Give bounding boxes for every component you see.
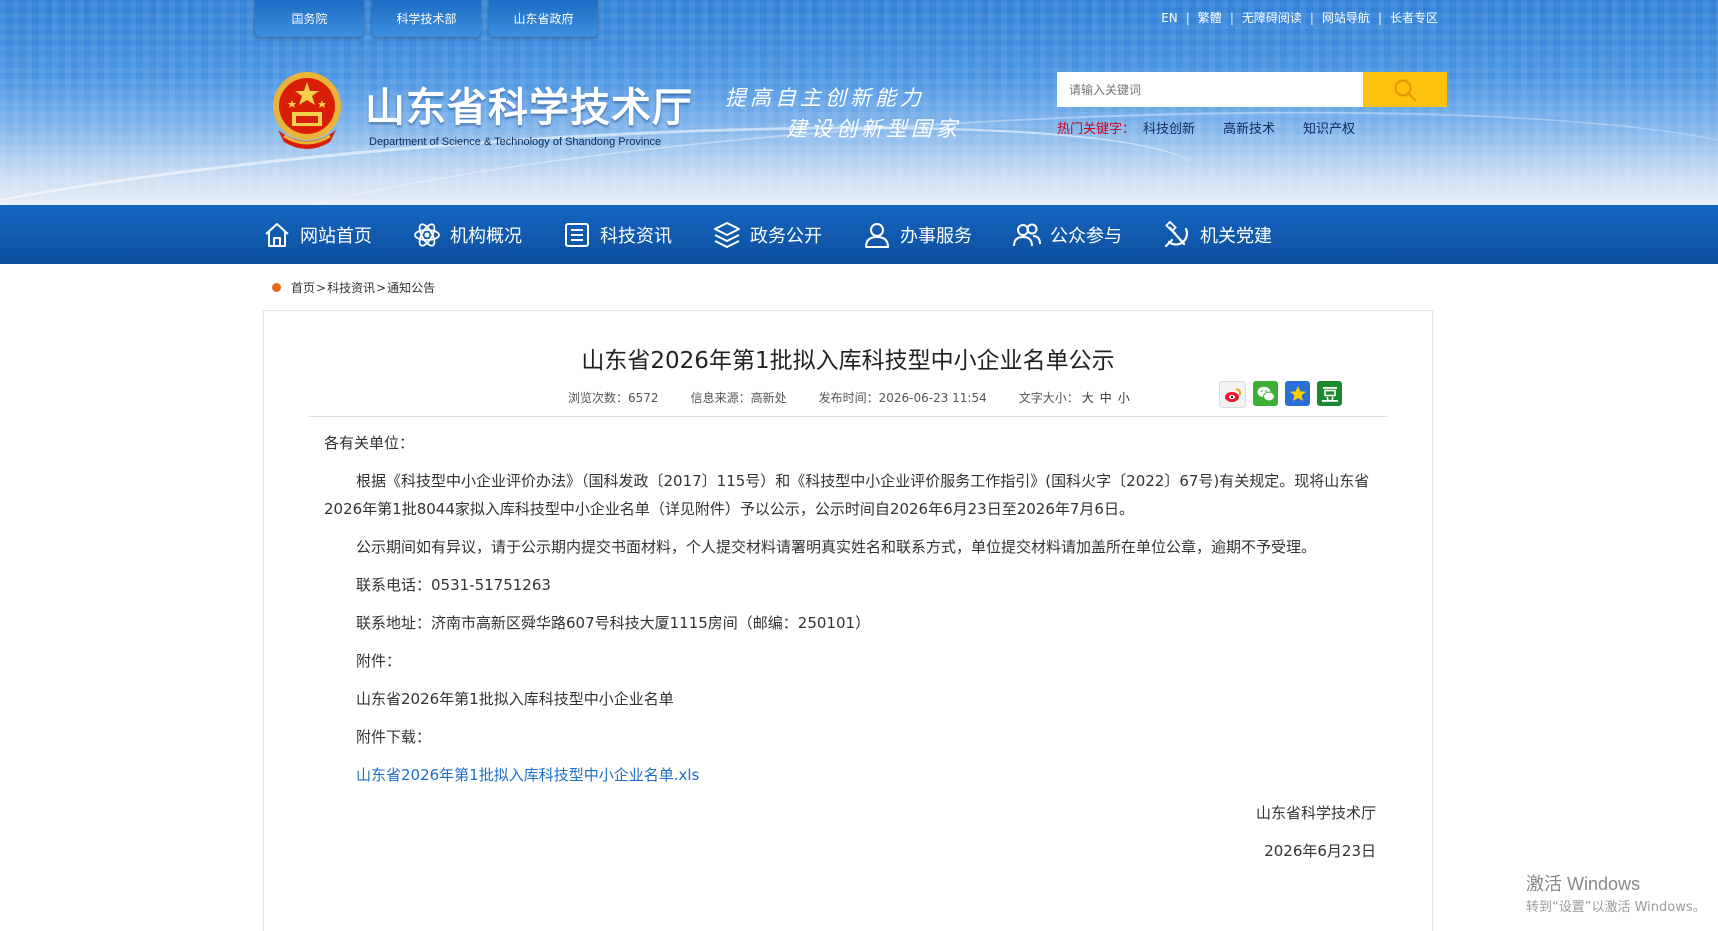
slogan-line-1: 提高自主创新能力: [725, 86, 925, 110]
date-meta: 发布时间：2026-06-23 11:54: [818, 391, 987, 405]
paragraph: 根据《科技型中小企业评价办法》（国科发政〔2017〕115号）和《科技型中小企业…: [324, 472, 1370, 518]
link-english[interactable]: EN: [1161, 11, 1178, 25]
nav-label: 公众参与: [1050, 225, 1122, 247]
breadcrumb: 首页 > 科技资讯 > 通知公告: [272, 279, 435, 296]
share-bar: [1219, 381, 1342, 408]
breadcrumb-sci-news[interactable]: 科技资讯: [327, 279, 375, 296]
site-subtitle-en: Department of Science & Technology of Sh…: [369, 136, 662, 148]
search-button[interactable]: [1363, 72, 1447, 107]
nav-services[interactable]: 办事服务: [862, 205, 972, 264]
font-size-large[interactable]: 大: [1082, 391, 1094, 405]
article-title: 山东省2026年第1批拟入库科技型中小企业名单公示: [581, 348, 1115, 374]
source-meta: 信息来源：高新处: [690, 391, 787, 405]
link-sitemap[interactable]: 网站导航: [1322, 9, 1370, 26]
breadcrumb-dot-icon: [272, 283, 281, 292]
slogan-line-2: 建设创新型国家: [786, 117, 961, 141]
nav-label: 网站首页: [300, 225, 372, 247]
news-list-icon: [565, 222, 589, 247]
search-input[interactable]: [1057, 72, 1363, 107]
attachment-name: 山东省2026年第1批拟入库科技型中小企业名单: [356, 690, 674, 708]
contact-phone: 联系电话：0531-51751263: [356, 576, 551, 594]
nav-public-participation[interactable]: 公众参与: [1012, 205, 1122, 264]
home-icon: [265, 222, 289, 247]
article-meta: 浏览次数：6572 信息来源：高新处 发布时间：2026-06-23 11:54…: [568, 389, 1133, 406]
nav-gov-affairs[interactable]: 政务公开: [712, 205, 822, 264]
font-size-meta: 文字大小：大中小: [1018, 391, 1130, 405]
search-bar: [1057, 72, 1447, 107]
hot-keyword-item[interactable]: 高新技术: [1223, 118, 1275, 137]
windows-activation-watermark: 激活 Windows: [1526, 874, 1641, 894]
attachment-label: 附件：: [356, 652, 402, 670]
main-nav: 网站首页 机构概况 科技资讯 政务公开 办事服务 公众参与 机关党建: [0, 205, 1718, 264]
nav-organization[interactable]: 机构概况: [412, 205, 522, 264]
nav-label: 机关党建: [1200, 225, 1272, 247]
nav-sci-news[interactable]: 科技资讯: [562, 205, 672, 264]
weibo-icon[interactable]: [1219, 381, 1246, 408]
article-body: 各有关单位： 根据《科技型中小企业评价办法》（国科发政〔2017〕115号）和《…: [324, 429, 1376, 875]
breadcrumb-separator: >: [316, 280, 327, 295]
site-title: 山东省科学技术厅: [365, 84, 693, 131]
top-links: EN | 繁體 | 无障碍阅读 | 网站导航 | 长者专区: [1161, 9, 1438, 26]
pill-most[interactable]: 科学技术部: [372, 0, 481, 37]
hot-keyword-item[interactable]: 知识产权: [1303, 118, 1355, 137]
divider: |: [1309, 10, 1314, 25]
person-icon: [865, 222, 889, 248]
people-icon: [1013, 223, 1041, 246]
nav-party-building[interactable]: 机关党建: [1162, 205, 1272, 264]
paragraph: 公示期间如有异议，请于公示期内提交书面材料，个人提交材料请署明真实姓名和联系方式…: [356, 538, 1317, 556]
nav-label: 科技资讯: [600, 225, 672, 247]
search-icon: [1394, 78, 1417, 101]
views-meta: 浏览次数：6572: [568, 391, 659, 405]
signature: 山东省科学技术厅: [1255, 804, 1376, 822]
nav-label: 政务公开: [750, 225, 822, 247]
hot-keywords: 热门关键字： 科技创新 高新技术 知识产权: [1057, 118, 1355, 137]
breadcrumb-notices[interactable]: 通知公告: [387, 279, 435, 296]
font-size-small[interactable]: 小: [1118, 391, 1130, 405]
title-divider: [309, 416, 1387, 417]
source-value: 高新处: [750, 391, 787, 405]
article-panel: 山东省2026年第1批拟入库科技型中小企业名单公示 浏览次数：6572 信息来源…: [263, 310, 1433, 931]
pill-provincial-gov[interactable]: 山东省政府: [489, 0, 598, 37]
attachment-download-link[interactable]: 山东省2026年第1批拟入库科技型中小企业名单.xls: [356, 766, 699, 784]
nav-home[interactable]: 网站首页: [262, 205, 372, 264]
salutation: 各有关单位：: [324, 434, 415, 452]
pill-state-council[interactable]: 国务院: [255, 0, 364, 37]
publish-date: 2026-06-23 11:54: [878, 391, 987, 405]
divider: |: [1377, 10, 1382, 25]
link-accessibility[interactable]: 无障碍阅读: [1242, 9, 1302, 26]
hot-keyword-item[interactable]: 科技创新: [1143, 118, 1195, 137]
download-label: 附件下载：: [356, 728, 432, 746]
hammer-sickle-icon: [1164, 220, 1189, 247]
contact-address: 联系地址：济南市高新区舜华路607号科技大厦1115房间（邮编：250101）: [356, 614, 871, 632]
site-header: 国务院 科学技术部 山东省政府 EN | 繁體 | 无障碍阅读 | 网站导航 |…: [0, 0, 1718, 205]
breadcrumb-home[interactable]: 首页: [291, 279, 315, 296]
douban-icon[interactable]: [1317, 381, 1342, 406]
national-emblem-icon: [273, 72, 341, 149]
top-pill-nav: 国务院 科学技术部 山东省政府: [255, 0, 598, 37]
nav-label: 办事服务: [900, 225, 972, 247]
divider: |: [1185, 10, 1190, 25]
wechat-icon[interactable]: [1253, 381, 1278, 406]
link-elder-zone[interactable]: 长者专区: [1390, 9, 1438, 26]
divider: |: [1229, 10, 1234, 25]
qzone-icon[interactable]: [1285, 381, 1310, 406]
font-size-medium[interactable]: 中: [1100, 391, 1112, 405]
hot-keywords-label: 热门关键字：: [1057, 122, 1136, 137]
views-count: 6572: [628, 391, 659, 405]
layers-icon: [714, 221, 740, 248]
signature-date: 2026年6月23日: [1264, 842, 1376, 860]
breadcrumb-separator: >: [376, 280, 387, 295]
atom-icon: [414, 222, 440, 247]
windows-activation-hint: 转到“设置”以激活 Windows。: [1526, 900, 1706, 915]
link-traditional[interactable]: 繁體: [1198, 9, 1222, 26]
nav-label: 机构概况: [450, 225, 522, 247]
